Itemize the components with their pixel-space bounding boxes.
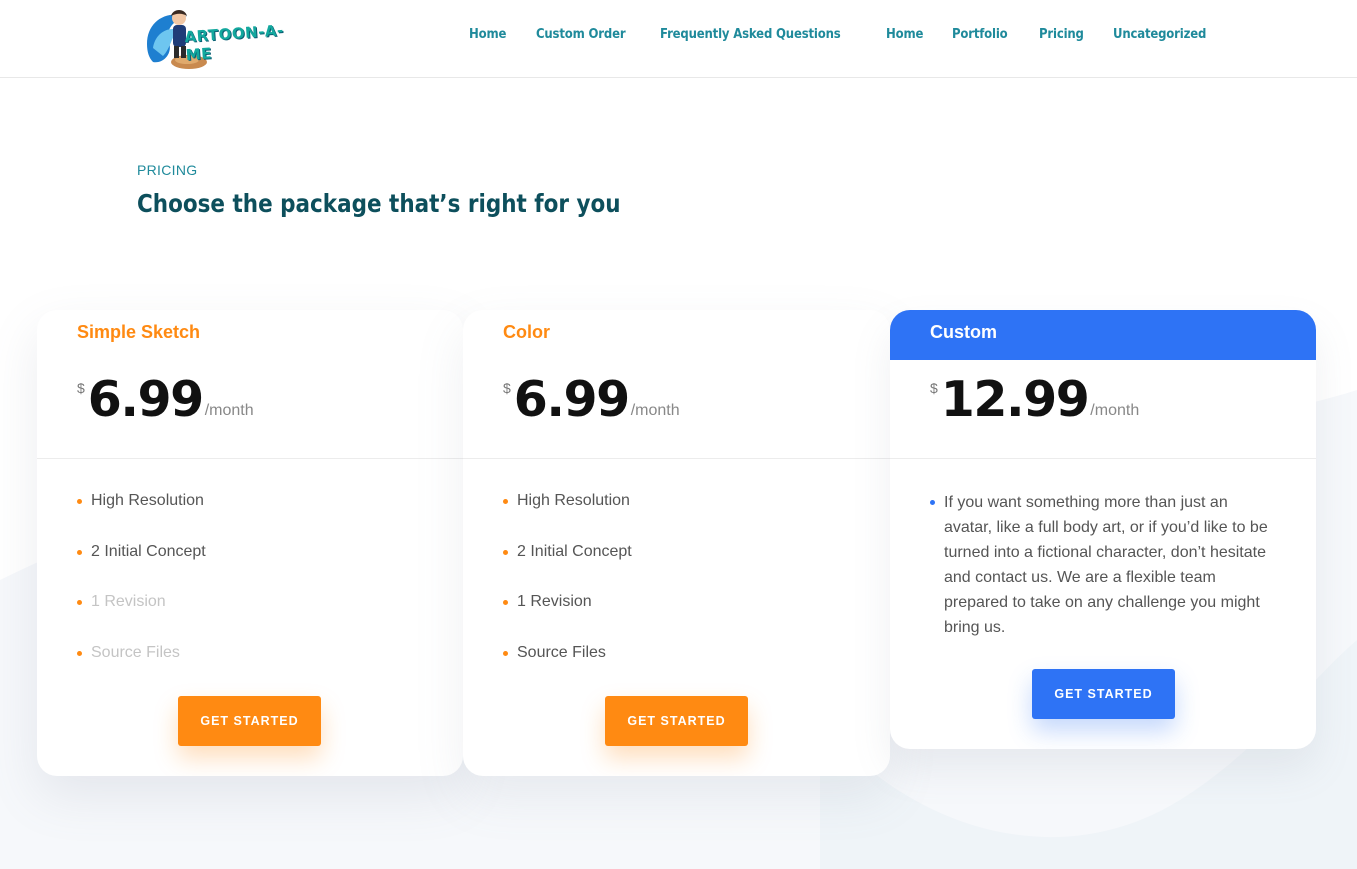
feature-item: High Resolution bbox=[77, 490, 206, 541]
main-nav: Home Custom Order Frequently Asked Quest… bbox=[469, 27, 1217, 42]
site-logo[interactable]: ARTOON-A-ME bbox=[143, 4, 303, 70]
bullet-icon bbox=[77, 650, 82, 656]
feature-item-disabled: 1 Revision bbox=[77, 591, 206, 642]
bullet-icon bbox=[503, 549, 508, 555]
feature-item-disabled: Source Files bbox=[77, 642, 206, 693]
plan-title: Custom bbox=[930, 322, 997, 342]
nav-custom-order[interactable]: Custom Order bbox=[536, 27, 626, 42]
divider bbox=[463, 458, 890, 459]
plan-price: $ 12.99 /month bbox=[930, 372, 1139, 428]
site-header: ARTOON-A-ME Home Custom Order Frequently… bbox=[0, 0, 1357, 78]
feature-list: High Resolution 2 Initial Concept 1 Revi… bbox=[77, 490, 206, 692]
feature-item: 2 Initial Concept bbox=[503, 541, 632, 592]
nav-home[interactable]: Home bbox=[469, 27, 506, 42]
page-title: Choose the package that’s right for you bbox=[137, 189, 621, 218]
pricing-card-color: Color $ 6.99 /month High Resolution 2 In… bbox=[463, 310, 890, 776]
price-amount: 12.99 bbox=[940, 371, 1090, 428]
feature-item: 2 Initial Concept bbox=[77, 541, 206, 592]
feature-item: Source Files bbox=[503, 642, 632, 693]
nav-faq[interactable]: Frequently Asked Questions bbox=[660, 27, 841, 42]
get-started-button[interactable]: GET STARTED bbox=[605, 696, 748, 746]
pricing-card-simple-sketch: Simple Sketch $ 6.99 /month High Resolut… bbox=[37, 310, 463, 776]
divider bbox=[37, 458, 463, 459]
plan-title: Color bbox=[503, 322, 550, 342]
price-amount: 6.99 bbox=[513, 371, 630, 428]
feature-list: High Resolution 2 Initial Concept 1 Revi… bbox=[503, 490, 632, 692]
plan-title: Simple Sketch bbox=[77, 322, 201, 342]
nav-portfolio[interactable]: Portfolio bbox=[952, 27, 1008, 42]
bullet-icon bbox=[930, 500, 935, 505]
nav-home-2[interactable]: Home bbox=[886, 27, 923, 42]
bullet-icon bbox=[503, 650, 508, 656]
plan-description-text: If you want something more than just an … bbox=[944, 494, 1268, 636]
price-period: /month bbox=[630, 402, 680, 419]
plan-price: $ 6.99 /month bbox=[503, 372, 680, 428]
nav-uncategorized[interactable]: Uncategorized bbox=[1113, 27, 1206, 42]
divider bbox=[890, 458, 1316, 459]
bullet-icon bbox=[77, 600, 82, 605]
section-eyebrow: PRICING bbox=[137, 162, 198, 178]
plan-description: If you want something more than just an … bbox=[930, 490, 1280, 640]
get-started-button[interactable]: GET STARTED bbox=[1032, 669, 1175, 719]
currency-symbol: $ bbox=[930, 380, 938, 396]
pricing-card-custom: Custom $ 12.99 /month If you want someth… bbox=[890, 310, 1316, 749]
feature-item: 1 Revision bbox=[503, 591, 632, 642]
feature-item: High Resolution bbox=[503, 490, 632, 541]
nav-pricing[interactable]: Pricing bbox=[1039, 27, 1084, 42]
plan-price: $ 6.99 /month bbox=[77, 372, 254, 428]
price-period: /month bbox=[204, 402, 254, 419]
currency-symbol: $ bbox=[503, 380, 511, 396]
bullet-icon bbox=[503, 499, 508, 504]
price-period: /month bbox=[1090, 402, 1140, 419]
bullet-icon bbox=[77, 499, 82, 504]
get-started-button[interactable]: GET STARTED bbox=[178, 696, 321, 746]
bullet-icon bbox=[503, 600, 508, 605]
currency-symbol: $ bbox=[77, 380, 85, 396]
bullet-icon bbox=[77, 549, 82, 555]
price-amount: 6.99 bbox=[87, 371, 204, 428]
